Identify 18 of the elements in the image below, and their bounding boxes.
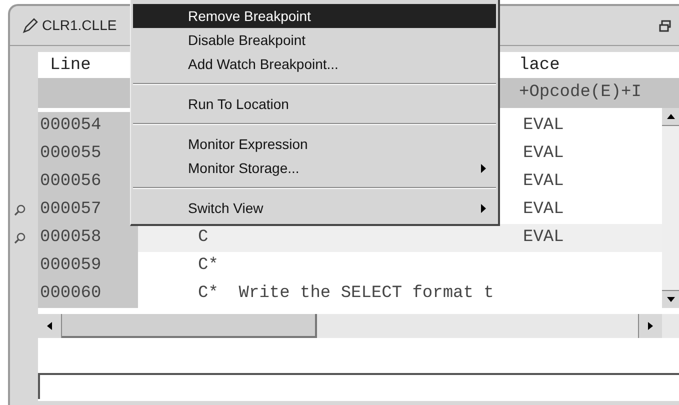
opcode-text: EVAL bbox=[523, 199, 564, 222]
ruler-text: +Opcode(E)+I bbox=[519, 82, 642, 104]
editor-tab[interactable]: CLR1.CLLE bbox=[42, 15, 117, 36]
line-number: 000059 bbox=[38, 252, 138, 280]
column-header: lace bbox=[519, 54, 560, 76]
menu-item[interactable]: Remove Breakpoint bbox=[133, 4, 496, 28]
column-header: Line bbox=[49, 54, 92, 76]
menu-item[interactable]: Add Watch Breakpoint... bbox=[133, 52, 496, 76]
opcode-text: EVAL bbox=[523, 227, 564, 250]
line-number: 000060 bbox=[38, 280, 138, 308]
code-text: C* bbox=[197, 255, 220, 278]
code-text: C* Write the SELECT format t bbox=[197, 283, 495, 306]
menu-item[interactable]: Disable Breakpoint bbox=[133, 28, 496, 52]
code-text: C bbox=[197, 227, 210, 250]
opcode-text: EVAL bbox=[523, 143, 564, 166]
line-number: 000058 bbox=[38, 224, 138, 252]
opcode-text: EVAL bbox=[523, 115, 564, 138]
opcode-text: EVAL bbox=[523, 171, 564, 194]
